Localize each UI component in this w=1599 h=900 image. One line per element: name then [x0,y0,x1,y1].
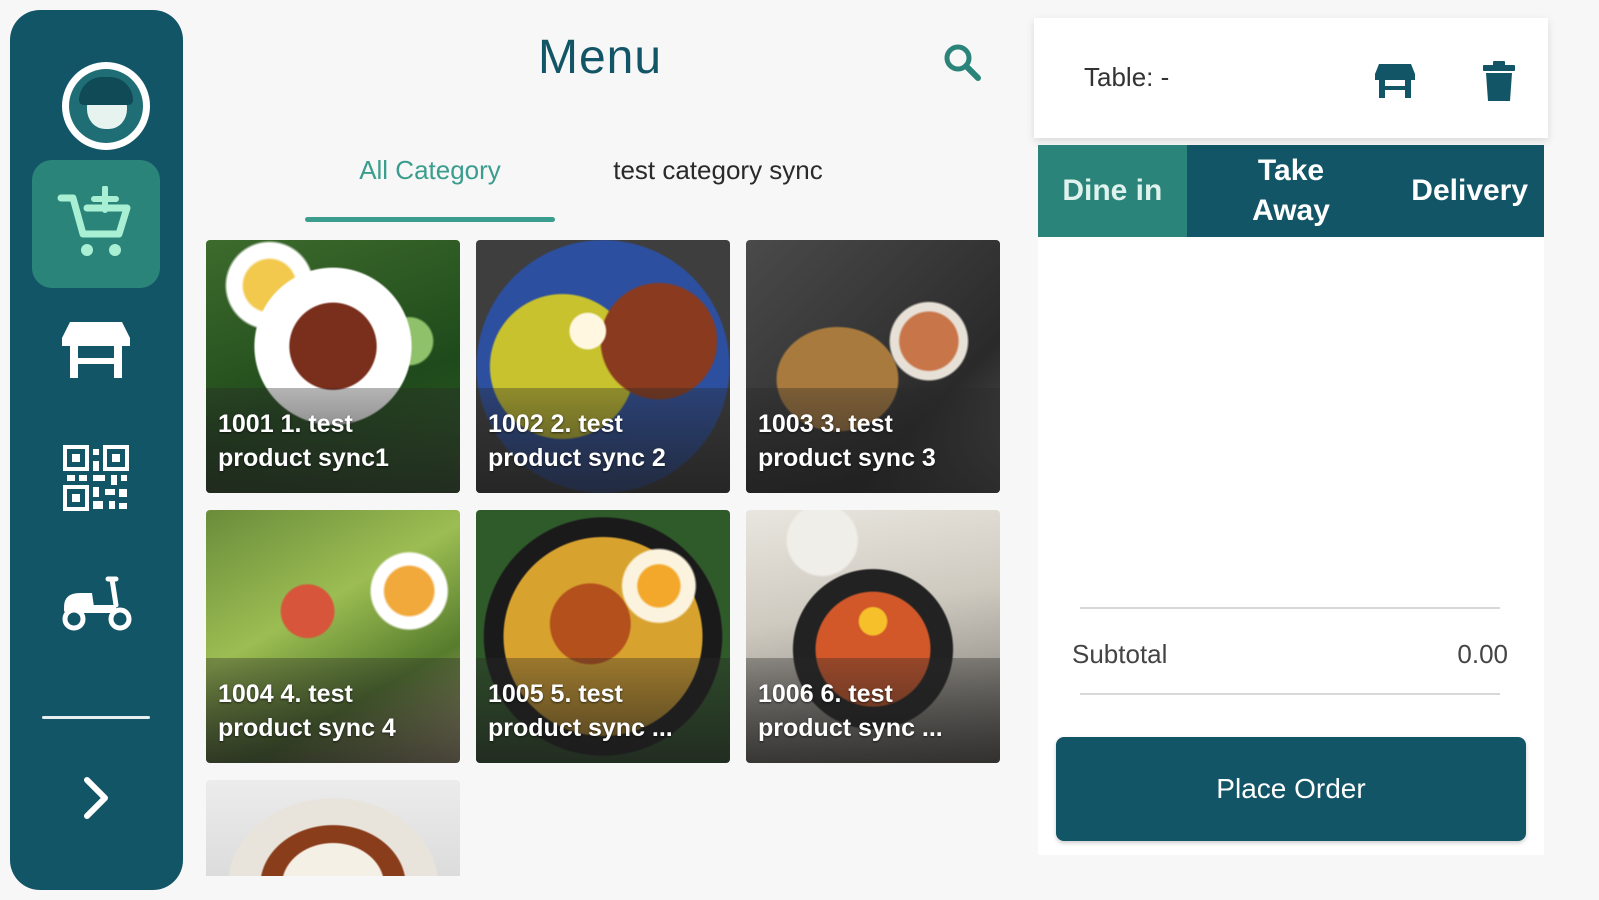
cart-plus-icon [57,186,131,256]
table-label: Table: - [1084,62,1170,92]
sidebar-divider [42,716,150,719]
sidebar [10,10,183,890]
product-name: 1001 1. test product sync1 [218,410,389,472]
product-card[interactable]: 1006 6. test product sync ... [746,510,1000,763]
select-table-button[interactable] [1370,56,1420,106]
place-order-button[interactable]: Place Order [1056,737,1526,841]
qr-code-icon [63,445,129,511]
divider [1080,693,1500,695]
sidebar-item-delivery[interactable] [32,540,160,668]
product-image [206,780,460,876]
sidebar-item-qr-code[interactable] [32,414,160,542]
search-button[interactable] [940,40,984,84]
subtotal-label: Subtotal [1072,639,1168,669]
tab-test-category-sync[interactable]: test category sync [563,140,873,200]
product-card[interactable]: 1003 3. test product sync 3 [746,240,1000,493]
product-name: 1005 5. test product sync ... [488,680,673,742]
product-card[interactable]: 1004 4. test product sync 4 [206,510,460,763]
product-name: 1004 4. test product sync 4 [218,680,396,742]
sidebar-expand-button[interactable] [32,734,160,862]
sidebar-item-add-to-cart[interactable] [32,160,160,288]
product-name: 1003 3. test product sync 3 [758,410,936,472]
avatar[interactable] [62,62,150,150]
search-icon [944,44,981,81]
scooter-icon [62,576,132,631]
product-card[interactable]: 1001 1. test product sync1 [206,240,460,493]
order-type-take-away[interactable]: Take Away [1187,145,1396,237]
pos-app: Menu All Category test category sync 100… [0,0,1599,900]
product-name: 1002 2. test product sync 2 [488,410,666,472]
chevron-right-icon [84,777,108,819]
product-card[interactable]: 1005 5. test product sync ... [476,510,730,763]
page-title: Menu [537,31,663,84]
clear-order-button[interactable] [1474,54,1524,108]
product-name: 1006 6. test product sync ... [758,680,943,742]
order-type-delivery[interactable]: Delivery [1395,145,1544,237]
subtotal-value: 0.00 [1457,639,1508,669]
divider [1080,607,1500,609]
sidebar-item-tables[interactable] [32,286,160,414]
table-icon [62,322,130,378]
table-icon [1375,64,1415,98]
active-tab-indicator [305,217,555,222]
table-header-card: Table: - [1034,18,1548,138]
tab-all-category[interactable]: All Category [305,140,555,200]
order-panel: Dine in Take Away Delivery Subtotal 0.00… [1038,145,1544,855]
order-type-selector: Dine in Take Away Delivery [1038,145,1544,237]
order-type-take-away-label: Take Away [1252,154,1330,227]
trash-icon [1483,61,1515,101]
product-card[interactable]: 1002 2. test product sync 2 [476,240,730,493]
order-type-dine-in[interactable]: Dine in [1038,145,1187,237]
avatar-image [69,69,143,143]
product-card[interactable] [206,780,460,876]
